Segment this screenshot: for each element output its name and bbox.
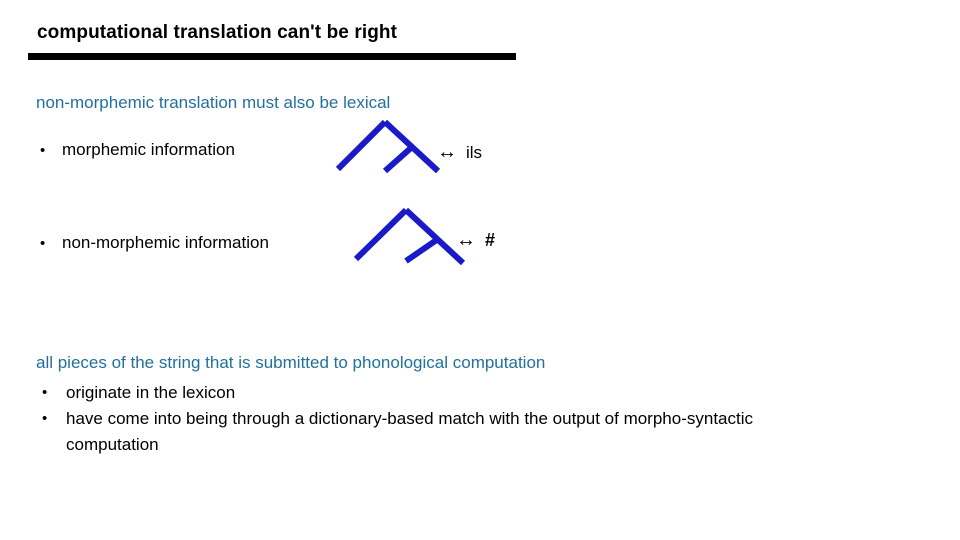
summary-lead-text: all pieces of the string that is submitt… — [36, 353, 546, 372]
list-item: • originate in the lexicon — [36, 380, 836, 406]
bullet-dot-icon: • — [40, 141, 46, 159]
list-item-label: non-morphemic information — [62, 233, 269, 252]
double-arrow-icon: ↔ — [437, 141, 457, 163]
summary-list: • originate in the lexicon • have come i… — [36, 380, 836, 458]
summary-block: all pieces of the string that is submitt… — [36, 354, 836, 458]
list-item-label: morphemic information — [62, 140, 235, 159]
list-item-non-morphemic-information: • non-morphemic information — [40, 233, 269, 253]
double-arrow-icon: ↔ — [456, 229, 476, 251]
list-item-label: originate in the lexicon — [66, 383, 236, 402]
bullet-dot-icon: • — [40, 234, 46, 252]
title-underline-rule — [28, 53, 516, 60]
tree-inner-branch — [383, 144, 414, 174]
gloss-label: ils — [466, 143, 483, 162]
bullet-dot-icon: • — [42, 384, 48, 401]
list-item-label: have come into being through a dictionar… — [66, 409, 753, 454]
correspondence-non-morphemic: ↔ # — [456, 230, 495, 251]
bullet-dot-icon: • — [42, 410, 48, 427]
gloss-label: # — [485, 230, 496, 250]
tree-inner-branch — [404, 236, 440, 264]
tree-left-branch — [335, 119, 388, 172]
correspondence-morphemic: ↔ ils — [437, 142, 482, 163]
syntax-tree-diagram-morphemic — [335, 119, 441, 174]
slide-canvas: computational translation can't be right… — [0, 0, 960, 540]
page-title: computational translation can't be right — [37, 22, 398, 43]
syntax-tree-diagram-non-morphemic — [353, 207, 466, 266]
tree-left-branch — [353, 207, 409, 262]
list-item: • have come into being through a diction… — [36, 406, 836, 458]
list-item-morphemic-information: • morphemic information — [40, 140, 235, 160]
section-subtitle: non-morphemic translation must also be l… — [36, 93, 391, 112]
